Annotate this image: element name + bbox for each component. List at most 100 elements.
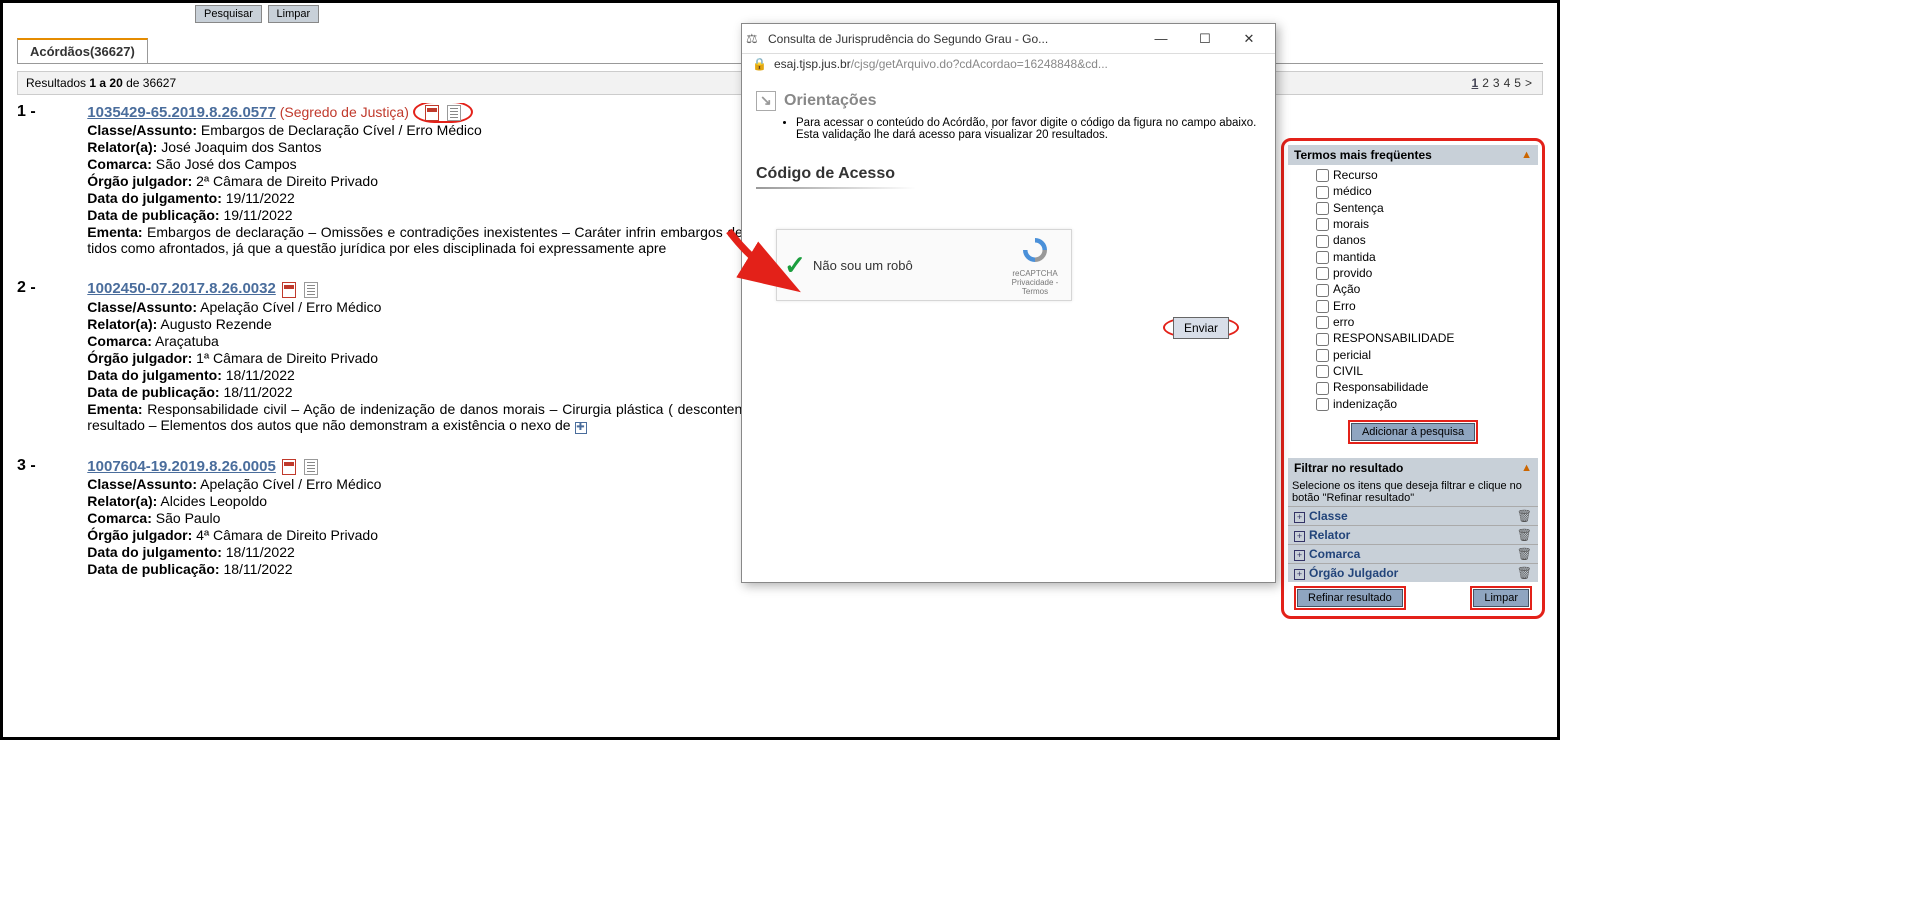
term-item: indenização — [1316, 396, 1534, 412]
address-bar[interactable]: 🔒 esaj.tjsp.jus.br/cjsg/getArquivo.do?cd… — [742, 54, 1275, 77]
term-checkbox[interactable] — [1316, 398, 1329, 411]
enviar-button[interactable]: Enviar — [1173, 317, 1229, 339]
pdf-icon[interactable] — [282, 282, 296, 298]
minimize-button[interactable]: — — [1139, 25, 1183, 53]
term-label: mantida — [1333, 250, 1376, 264]
term-checkbox[interactable] — [1316, 316, 1329, 329]
term-item: morais — [1316, 216, 1534, 232]
term-checkbox[interactable] — [1316, 251, 1329, 264]
expand-filter-icon[interactable]: + — [1294, 512, 1305, 523]
term-label: Ação — [1333, 282, 1360, 296]
term-label: pericial — [1333, 348, 1371, 362]
term-checkbox[interactable] — [1316, 202, 1329, 215]
page-link[interactable]: 4 — [1504, 76, 1511, 90]
term-checkbox[interactable] — [1316, 300, 1329, 313]
term-label: RESPONSABILIDADE — [1333, 331, 1454, 345]
add-to-search-button[interactable]: Adicionar à pesquisa — [1351, 423, 1475, 441]
term-label: Responsabilidade — [1333, 380, 1428, 394]
terms-header[interactable]: Termos mais freqüentes ▲ — [1288, 145, 1538, 165]
collapse-icon[interactable]: ▲ — [1521, 149, 1532, 161]
close-button[interactable]: ✕ — [1227, 25, 1271, 53]
term-checkbox[interactable] — [1316, 267, 1329, 280]
limpar-button[interactable]: Limpar — [268, 5, 320, 23]
term-list: RecursomédicoSentençamoraisdanosmantidap… — [1288, 165, 1538, 416]
filter-label: Órgão Julgador — [1309, 566, 1398, 580]
term-item: Sentença — [1316, 200, 1534, 216]
doc-icon[interactable] — [304, 282, 318, 298]
recaptcha-badge: reCAPTCHA Privacidade - Termos — [999, 235, 1071, 296]
side-panel: Termos mais freqüentes ▲ RecursomédicoSe… — [1281, 138, 1545, 619]
term-item: pericial — [1316, 347, 1534, 363]
term-checkbox[interactable] — [1316, 186, 1329, 199]
clear-filter-button[interactable]: Limpar — [1473, 589, 1529, 607]
filter-label: Relator — [1309, 528, 1350, 542]
expand-filter-icon[interactable]: + — [1294, 569, 1305, 580]
expand-filter-icon[interactable]: + — [1294, 550, 1305, 561]
term-label: morais — [1333, 217, 1369, 231]
filter-label: Comarca — [1309, 547, 1360, 561]
filter-clear-icon[interactable]: 🗑 — [1517, 528, 1532, 542]
page-link[interactable]: > — [1525, 76, 1532, 90]
case-number-link[interactable]: 1035429-65.2019.8.26.0577 — [87, 104, 276, 121]
pesquisar-button[interactable]: Pesquisar — [195, 5, 262, 23]
page-link[interactable]: 2 — [1482, 76, 1489, 90]
refine-button[interactable]: Refinar resultado — [1297, 589, 1403, 607]
term-checkbox[interactable] — [1316, 284, 1329, 297]
term-checkbox[interactable] — [1316, 333, 1329, 346]
collapse-icon[interactable]: ▲ — [1521, 462, 1532, 474]
pdf-icon[interactable] — [425, 105, 439, 121]
filter-row[interactable]: + Relator 🗑 — [1288, 525, 1538, 544]
titlebar: ⚖ Consulta de Jurisprudência do Segundo … — [742, 24, 1275, 54]
doc-icon[interactable] — [304, 459, 318, 475]
favicon-icon: ⚖ — [746, 31, 762, 47]
popup-body: Orientações Para acessar o conteúdo do A… — [742, 77, 1275, 353]
filter-row[interactable]: + Órgão Julgador 🗑 — [1288, 563, 1538, 582]
result-number: 2 - — [17, 279, 36, 297]
page-link[interactable]: 3 — [1493, 76, 1500, 90]
recaptcha-box[interactable]: ✓ Não sou um robô reCAPTCHA Privacidade … — [776, 229, 1072, 301]
term-checkbox[interactable] — [1316, 235, 1329, 248]
orientacoes-list: Para acessar o conteúdo do Acórdão, por … — [796, 117, 1261, 141]
filter-header[interactable]: Filtrar no resultado ▲ — [1288, 458, 1538, 478]
filter-clear-icon[interactable]: 🗑 — [1517, 509, 1532, 523]
pdf-icon[interactable] — [282, 459, 296, 475]
term-checkbox[interactable] — [1316, 349, 1329, 362]
tab-acordaos[interactable]: Acórdãos(36627) — [17, 38, 148, 63]
case-number-link[interactable]: 1002450-07.2017.8.26.0032 — [87, 280, 276, 297]
term-item: RESPONSABILIDADE — [1316, 330, 1534, 346]
page-link[interactable]: 1 — [1472, 76, 1479, 90]
term-checkbox[interactable] — [1316, 169, 1329, 182]
term-checkbox[interactable] — [1316, 218, 1329, 231]
term-item: Responsabilidade — [1316, 379, 1534, 395]
doc-icon[interactable] — [447, 105, 461, 121]
term-item: provido — [1316, 265, 1534, 281]
lock-icon: 🔒 — [752, 57, 766, 71]
red-highlight-enviar: Enviar — [1163, 317, 1239, 338]
result-number: 1 - — [17, 103, 36, 121]
page-link[interactable]: 5 — [1514, 76, 1521, 90]
term-checkbox[interactable] — [1316, 365, 1329, 378]
popup-window: ⚖ Consulta de Jurisprudência do Segundo … — [741, 23, 1276, 583]
red-highlight-icons — [413, 103, 473, 123]
case-number-link[interactable]: 1007604-19.2019.8.26.0005 — [87, 458, 276, 475]
filter-label: Classe — [1309, 509, 1348, 523]
expand-filter-icon[interactable]: + — [1294, 531, 1305, 542]
result-number: 3 - — [17, 457, 36, 475]
arrow-box-icon — [756, 91, 776, 111]
filter-clear-icon[interactable]: 🗑 — [1517, 547, 1532, 561]
filter-hint: Selecione os itens que deseja filtrar e … — [1288, 478, 1538, 506]
term-label: provido — [1333, 266, 1372, 280]
maximize-button[interactable]: ☐ — [1183, 25, 1227, 53]
url-path: /cjsg/getArquivo.do?cdAcordao=16248848&c… — [851, 57, 1108, 71]
term-item: Erro — [1316, 298, 1534, 314]
filter-clear-icon[interactable]: 🗑 — [1517, 566, 1532, 580]
term-checkbox[interactable] — [1316, 382, 1329, 395]
filter-row[interactable]: + Classe 🗑 — [1288, 506, 1538, 525]
recaptcha-icon — [1020, 235, 1050, 265]
filter-row[interactable]: + Comarca 🗑 — [1288, 544, 1538, 563]
term-item: médico — [1316, 183, 1534, 199]
pagination: 12345 > — [1470, 76, 1534, 90]
expand-ementa-button[interactable]: ✚ — [575, 422, 587, 434]
term-label: erro — [1333, 315, 1354, 329]
term-label: Sentença — [1333, 201, 1384, 215]
